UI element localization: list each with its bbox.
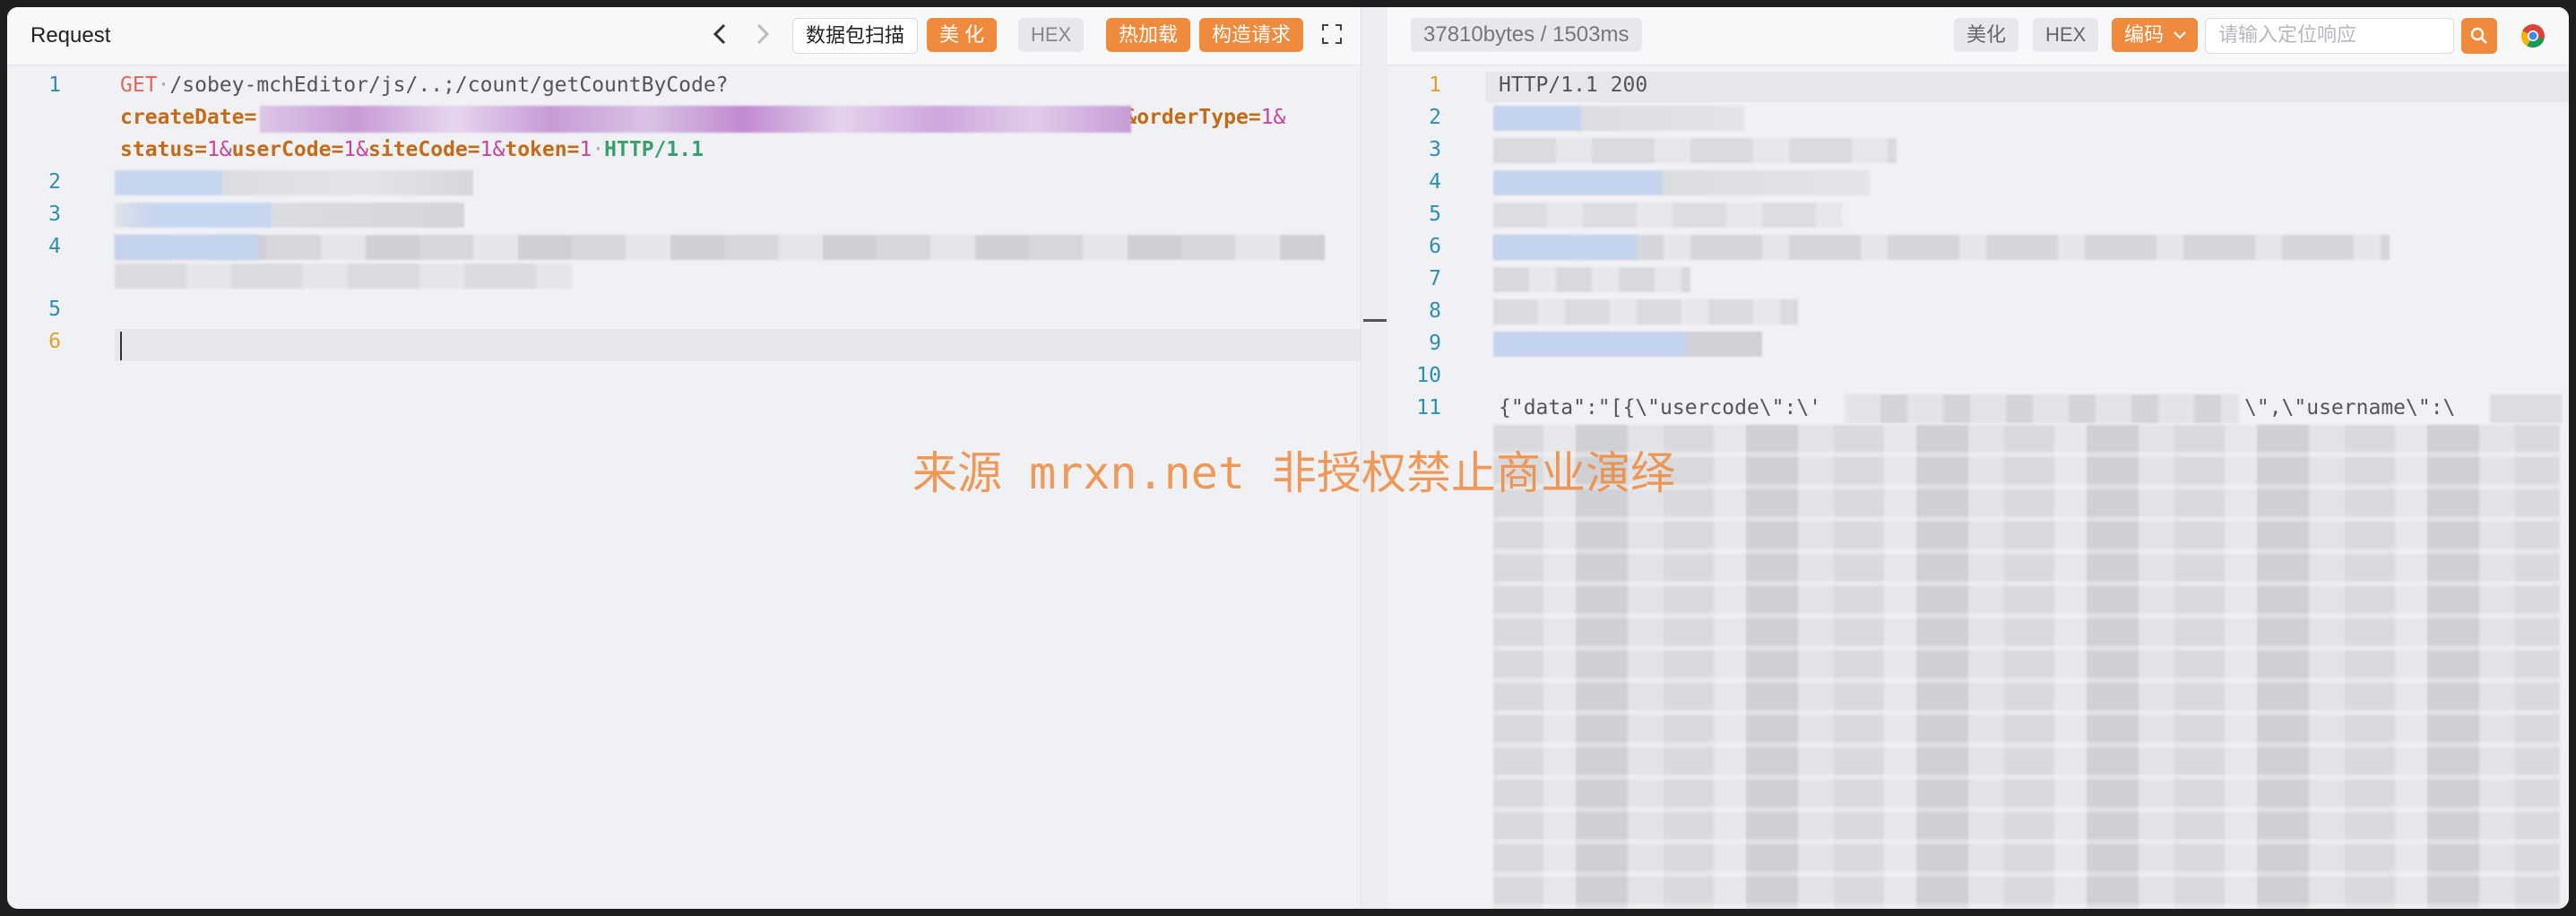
hex-button[interactable]: HEX: [2033, 18, 2099, 52]
hotload-button[interactable]: 热加载: [1106, 18, 1191, 52]
hex-button[interactable]: HEX: [1018, 18, 1085, 52]
param-key: token: [505, 138, 567, 161]
line-number: 7: [1429, 267, 1441, 290]
redacted-header: [1493, 267, 1690, 292]
line-number: 3: [1429, 138, 1441, 161]
search-input[interactable]: [2206, 19, 2437, 51]
request-path: /sobey-mchEditor/js/..;/count/getCountBy…: [169, 73, 729, 97]
forward-arrow-icon[interactable]: [753, 20, 771, 55]
line-number: 4: [48, 235, 61, 258]
line-number: 5: [48, 298, 61, 321]
search-button[interactable]: [2461, 18, 2497, 54]
line-number: 5: [1429, 203, 1441, 226]
line-number: 2: [1429, 106, 1441, 129]
text-caret: [120, 332, 122, 360]
param-key: userCode: [231, 138, 332, 161]
redacted-header: [115, 203, 464, 228]
line-number: 10: [1416, 364, 1441, 387]
line-number: 3: [48, 203, 61, 226]
param-key: createDate: [120, 106, 245, 129]
encoding-dropdown[interactable]: 编码: [2112, 18, 2199, 52]
redacted-header: [115, 264, 572, 289]
line-number: 9: [1429, 332, 1441, 355]
param-key: status: [120, 138, 195, 161]
expand-icon[interactable]: [1321, 23, 1343, 45]
back-arrow-icon[interactable]: [712, 20, 730, 55]
request-title: Request: [30, 23, 111, 48]
beautify-button[interactable]: 美 化: [927, 18, 998, 52]
redacted-header: [1493, 106, 1744, 131]
json-username-key: \",\"username\":\: [2244, 396, 2456, 419]
construct-request-button[interactable]: 构造请求: [1199, 18, 1304, 52]
watermark: 来源 mrxn.net 非授权禁止商业演绎: [912, 447, 1676, 499]
line-number: 1: [48, 73, 61, 97]
param-value: 1&: [1260, 106, 1286, 129]
scan-button[interactable]: 数据包扫描: [792, 18, 919, 54]
redacted-value: [1845, 394, 2239, 423]
redacted-header: [1493, 170, 1870, 195]
line-number: 8: [1429, 299, 1441, 323]
redacted-header: [1493, 332, 1762, 357]
http-method: GET: [120, 73, 158, 97]
app-window: Request 数据包扫描 美 化 HEX 热加载 构造请求 1 GET·/so…: [7, 7, 2569, 909]
request-toolbar: Request 数据包扫描 美 化 HEX 热加载 构造请求: [7, 7, 1361, 65]
chrome-icon[interactable]: [2520, 23, 2546, 48]
status-line: HTTP/1.1 200: [1499, 73, 1648, 97]
line-number: 2: [48, 170, 61, 194]
response-stats: 37810bytes / 1503ms: [1411, 18, 1642, 52]
response-toolbar: 37810bytes / 1503ms 美化 HEX 编码: [1387, 7, 2569, 65]
redacted-header: [1493, 299, 1798, 324]
search-box[interactable]: [2205, 18, 2454, 54]
request-line: GET·/sobey-mchEditor/js/..;/count/getCou…: [120, 73, 729, 97]
line-number: 6: [48, 330, 61, 353]
query-line-2: status=1&userCode=1&siteCode=1&token=1·H…: [120, 138, 704, 161]
redacted-header: [115, 235, 1325, 260]
line-number: 1: [1429, 73, 1441, 97]
redacted-header: [1493, 203, 1843, 228]
line-number: 11: [1416, 396, 1441, 419]
beautify-button[interactable]: 美化: [1954, 18, 2019, 52]
encoding-label: 编码: [2124, 23, 2165, 46]
redacted-value: [260, 106, 1131, 133]
line-number: 4: [1429, 170, 1441, 194]
redacted-header: [1493, 138, 1897, 163]
search-icon: [2470, 27, 2487, 44]
current-line-highlight: [115, 329, 1361, 361]
line-number: 6: [1429, 235, 1441, 258]
chevron-down-icon: [2174, 31, 2186, 39]
json-body-start: {"data":"[{\"usercode\":\': [1499, 396, 1822, 419]
param-key: &orderType: [1124, 106, 1249, 129]
redacted-header: [115, 170, 473, 195]
http-protocol: HTTP/1.1: [604, 138, 704, 161]
param-key: siteCode: [368, 138, 468, 161]
